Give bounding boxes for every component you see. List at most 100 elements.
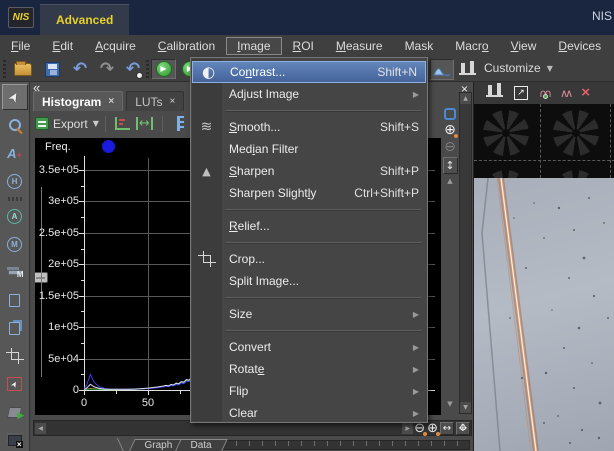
delete-measure-button[interactable]: × <box>581 84 590 102</box>
toolbar-grip[interactable] <box>3 60 6 78</box>
show-axes-icon[interactable] <box>114 117 130 130</box>
menu-item-clear[interactable]: Clear ▶ <box>191 402 427 424</box>
zoom-in-button[interactable]: ⊕ <box>444 123 458 138</box>
tab-luts[interactable]: LUTs × <box>126 91 185 111</box>
pointer-icon: ➤ <box>5 88 24 106</box>
menu-file[interactable]: File <box>0 37 41 55</box>
image-menu-dropdown: ◐ Contrast... Shift+N Adjust Image ▶ ≋ Smooth.… <box>190 57 428 423</box>
menu-item-flip[interactable]: Flip ▶ <box>191 380 427 402</box>
menu-acquire[interactable]: Acquire <box>84 37 147 55</box>
magnifier-icon <box>8 119 23 135</box>
show-histogram-button[interactable] <box>430 59 454 80</box>
scroll-down-button[interactable]: ▼ <box>460 402 471 413</box>
duplicate-document-tool[interactable] <box>2 315 28 341</box>
menu-item-label: Contrast... <box>230 65 286 79</box>
close-tab-icon[interactable]: × <box>170 96 176 107</box>
caliper-icon <box>458 62 476 75</box>
export-button[interactable]: Export <box>53 117 88 131</box>
menu-item-rotate[interactable]: Rotate ▶ <box>191 358 427 380</box>
open-in-new-button[interactable]: ↗ <box>514 86 528 100</box>
menu-item-sharpen-slightly[interactable]: Sharpen Slightly Ctrl+Shift+P <box>191 182 427 204</box>
caliper-button[interactable] <box>486 84 503 102</box>
scroll-left-button[interactable]: ◀ <box>35 422 46 434</box>
menu-item-adjust-image[interactable]: Adjust Image ▶ <box>191 83 427 105</box>
menu-view[interactable]: View <box>500 37 548 55</box>
scroll-right-button[interactable]: ▶ <box>402 422 414 434</box>
annotate-tool[interactable]: A+ <box>2 140 28 166</box>
redo-icon: ↷ <box>99 58 115 79</box>
hdr-tool[interactable]: H <box>2 168 28 194</box>
manual-capture-tool[interactable]: M <box>2 259 28 285</box>
export-dropdown-icon[interactable]: ▼ <box>93 119 99 128</box>
menu-edit[interactable]: Edit <box>41 37 84 55</box>
tab-histogram[interactable]: Histogram × <box>33 91 124 111</box>
menu-item-smooth[interactable]: ≋ Smooth... Shift+S <box>191 116 427 138</box>
menu-item-label: Flip <box>229 384 249 398</box>
scroll-up-button[interactable]: ▲ <box>460 93 471 104</box>
save-button[interactable] <box>41 59 63 79</box>
menu-item-contrast[interactable]: ◐ Contrast... Shift+N <box>192 61 426 83</box>
menu-image[interactable]: Image <box>226 36 282 55</box>
menu-mask[interactable]: Mask <box>394 37 445 55</box>
menu-macro[interactable]: Macro <box>444 37 499 55</box>
fit-width-icon[interactable]: ↔ <box>135 117 153 130</box>
submenu-arrow-icon: ▶ <box>412 89 419 99</box>
vertical-axis-icon[interactable] <box>176 116 185 131</box>
tile-divider <box>474 160 614 161</box>
run-macro-tool[interactable]: ▶ <box>2 399 28 425</box>
fit-vertical-button[interactable]: ↕ <box>442 157 458 174</box>
interpolation-button[interactable]: ∩∩ <box>539 84 552 102</box>
close-tab-icon[interactable]: × <box>108 96 114 107</box>
menu-roi[interactable]: ROI <box>282 37 325 55</box>
dock-grip[interactable] <box>7 197 22 201</box>
tile-divider <box>610 104 611 178</box>
play-button[interactable]: ▶ <box>151 59 176 79</box>
zoom-out-button[interactable]: ⊖ <box>444 140 456 154</box>
workspace-tab-advanced[interactable]: Advanced <box>40 4 130 35</box>
profile-button[interactable]: ∧∧ <box>560 84 573 102</box>
sheet-tab-data[interactable]: Data <box>173 439 228 451</box>
menu-item-convert[interactable]: Convert ▶ <box>191 336 427 358</box>
menu-item-median-filter[interactable]: Median Filter <box>191 138 427 160</box>
scroll-down-icon[interactable]: ▼ <box>447 400 452 408</box>
blue-marker[interactable] <box>102 140 115 153</box>
menu-item-crop[interactable]: Crop... <box>191 248 427 270</box>
menu-item-size[interactable]: Size ▶ <box>191 303 427 325</box>
specimen-image[interactable] <box>474 177 614 451</box>
manual-exposure-tool[interactable]: M <box>2 231 28 257</box>
menu-calibration[interactable]: Calibration <box>147 37 226 55</box>
undo-button[interactable]: ↶ <box>69 59 91 79</box>
new-document-tool[interactable] <box>2 287 28 313</box>
customize-button[interactable]: Customize ▼ <box>484 61 553 75</box>
frame-icon[interactable] <box>444 108 456 120</box>
pointer-tool[interactable]: ➤ <box>1 84 28 110</box>
submenu-arrow-icon: ▶ <box>412 408 419 418</box>
scroll-up-icon[interactable]: ▲ <box>447 177 452 185</box>
measure-tool-button[interactable] <box>456 59 478 79</box>
delete-measure-icon: × <box>581 84 590 101</box>
crop-tool[interactable] <box>2 343 28 369</box>
frame-slider[interactable] <box>218 440 470 450</box>
crop-icon <box>197 251 216 267</box>
open-file-button[interactable] <box>12 59 34 79</box>
roi-tool[interactable]: ➤ <box>2 371 28 397</box>
viewer-background-pattern <box>474 104 614 178</box>
menu-item-sharpen[interactable]: ▲ Sharpen Shift+P <box>191 160 427 182</box>
menu-item-relief[interactable]: Relief... <box>191 215 427 237</box>
zoom-tool[interactable] <box>2 112 28 138</box>
menu-devices[interactable]: Devices <box>547 37 612 55</box>
redo-button[interactable]: ↷ <box>96 59 118 79</box>
interpolation-icon: ∩∩ <box>539 87 552 100</box>
undo-history-button[interactable]: ↶ <box>122 59 144 79</box>
close-all-tool[interactable]: × <box>2 427 28 451</box>
menu-separator <box>191 204 427 215</box>
open-in-new-icon: ↗ <box>514 86 528 100</box>
toolbar-grip[interactable] <box>146 60 149 78</box>
zoom-in-button[interactable]: ⊕ <box>427 422 440 436</box>
auto-exposure-tool[interactable]: A <box>2 203 28 229</box>
menu-measure[interactable]: Measure <box>325 37 394 55</box>
menu-item-split-image[interactable]: Split Image... <box>191 270 427 292</box>
fit-horizontal-button[interactable]: ↔ <box>440 421 454 435</box>
vertical-scrollbar[interactable]: ▲ ▼ <box>459 92 472 414</box>
fit-all-button[interactable]: ↔ ↕ <box>456 421 470 435</box>
